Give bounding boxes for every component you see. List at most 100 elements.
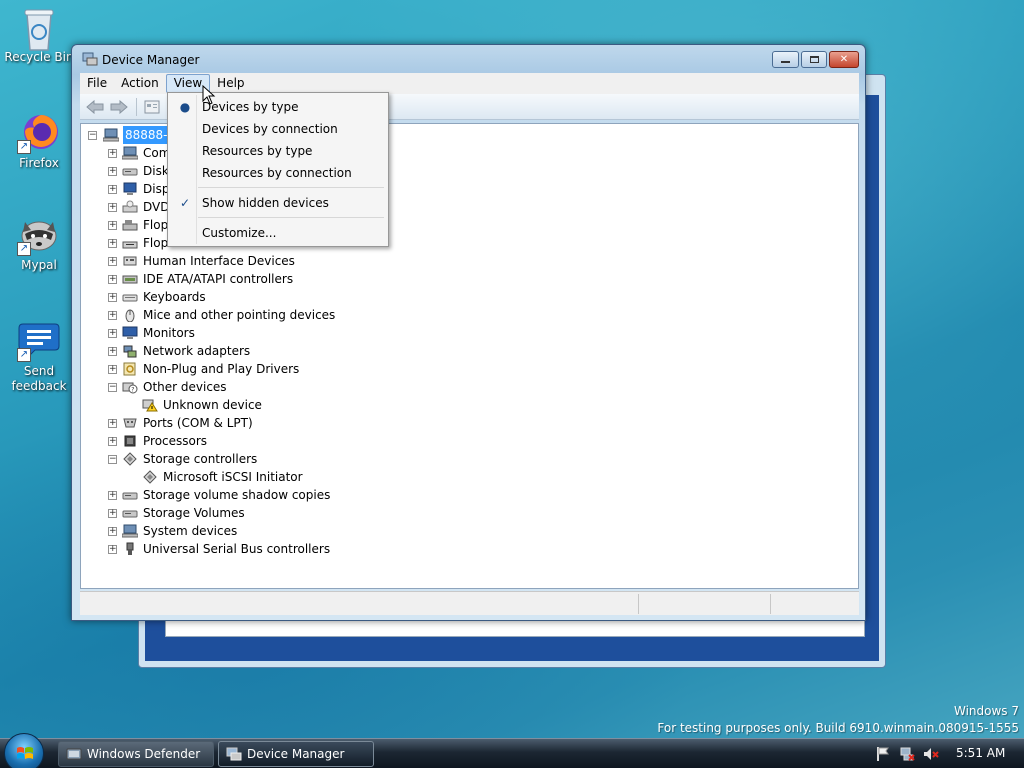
windows-flag-icon [17, 747, 33, 759]
desktop-icon-label: Firefox [19, 156, 59, 170]
menu-item-customize[interactable]: Customize... [170, 222, 386, 244]
maximize-button[interactable] [801, 51, 827, 68]
usb-icon [126, 542, 134, 555]
system-device-icon [122, 524, 138, 538]
expand-icon[interactable]: + [108, 167, 117, 176]
tree-item-label: Storage Volumes [143, 506, 245, 520]
recycle-bin-icon [17, 4, 61, 51]
expand-icon[interactable]: + [108, 545, 117, 554]
menu-file[interactable]: File [80, 74, 114, 93]
start-button[interactable] [4, 733, 44, 768]
tree-item-label: Processors [143, 434, 208, 448]
menu-item-resources-by-connection[interactable]: Resources by connection [170, 162, 386, 184]
forward-button[interactable] [108, 97, 130, 117]
storage-volume-icon [122, 510, 138, 518]
menu-item-resources-by-type[interactable]: Resources by type [170, 140, 386, 162]
tree-item-label: Monitors [143, 326, 195, 340]
collapse-icon[interactable]: − [108, 455, 117, 464]
expand-icon[interactable]: + [108, 437, 117, 446]
tree-item-label: Human Interface Devices [143, 254, 295, 268]
mypal-raccoon-icon: ↗ [17, 212, 61, 256]
collapse-icon[interactable]: − [88, 131, 97, 140]
back-arrow-icon [86, 99, 104, 114]
device-manager-icon [82, 52, 98, 66]
processor-icon [124, 435, 136, 447]
menu-help[interactable]: Help [210, 74, 251, 93]
desktop-icon-label: Recycle Bin [4, 50, 74, 64]
non-pnp-driver-icon [123, 362, 136, 376]
expand-icon[interactable]: + [108, 329, 117, 338]
expand-icon[interactable]: + [108, 509, 117, 518]
expand-icon[interactable]: + [108, 419, 117, 428]
back-button[interactable] [84, 97, 106, 117]
expand-icon[interactable]: + [108, 491, 117, 500]
menu-action[interactable]: Action [114, 74, 166, 93]
feedback-speech-bubble-icon: ↗ [17, 318, 61, 362]
expand-icon[interactable]: + [108, 347, 117, 356]
network-disconnected-icon[interactable] [899, 746, 915, 762]
expand-icon[interactable]: + [108, 527, 117, 536]
expand-icon[interactable]: + [108, 257, 117, 266]
desktop-icon-mypal[interactable]: ↗ Mypal [0, 212, 78, 273]
tree-item-label: Ports (COM & LPT) [143, 416, 253, 430]
expand-icon[interactable]: + [108, 275, 117, 284]
tree-item-label: Universal Serial Bus controllers [143, 542, 331, 556]
expand-icon[interactable]: + [108, 149, 117, 158]
hid-icon [123, 256, 137, 266]
properties-button[interactable] [141, 97, 163, 117]
other-devices-icon: ? [122, 382, 138, 394]
taskbar-clock[interactable]: 5:51 AM [956, 746, 1005, 760]
shortcut-arrow-icon: ↗ [17, 140, 31, 154]
expand-icon[interactable]: + [108, 203, 117, 212]
taskbar-button-windows-defender[interactable]: Windows Defender [58, 741, 214, 767]
tree-item-label: Disk [143, 164, 169, 178]
windows-defender-icon [66, 748, 82, 760]
tree-item-label: Flop [143, 218, 169, 232]
mouse-icon [125, 309, 135, 322]
storage-controller-icon [123, 452, 137, 466]
minimize-icon [781, 61, 790, 63]
expand-icon[interactable]: + [108, 239, 117, 248]
firefox-icon: ↗ [17, 110, 61, 154]
desktop-icon-send-feedback[interactable]: ↗ Send feedback [0, 318, 78, 394]
floppy-drive-icon [122, 241, 138, 249]
taskbar-button-device-manager[interactable]: Device Manager [218, 741, 374, 767]
desktop-icon-firefox[interactable]: ↗ Firefox [0, 110, 78, 171]
expand-icon[interactable]: + [108, 293, 117, 302]
svg-text:?: ? [131, 387, 134, 394]
radio-bullet-icon: ● [179, 100, 191, 114]
shadow-copy-icon [122, 492, 138, 500]
minimize-button[interactable] [772, 51, 799, 68]
desktop-icon-recycle-bin[interactable]: Recycle Bin [0, 4, 78, 65]
expand-icon[interactable]: + [108, 185, 117, 194]
expand-icon[interactable]: + [108, 221, 117, 230]
shortcut-arrow-icon: ↗ [17, 242, 31, 256]
tree-item-label: System devices [143, 524, 238, 538]
menu-bar: File Action View Help [80, 73, 859, 94]
title-bar[interactable]: Device Manager ✕ [72, 45, 865, 73]
tree-item-label: Storage volume shadow copies [143, 488, 331, 502]
network-adapter-icon [123, 345, 137, 358]
system-tray: 5:51 AM [855, 739, 1024, 768]
tree-item-label: Storage controllers [143, 452, 258, 466]
ide-controller-icon [122, 275, 138, 284]
menu-item-devices-by-connection[interactable]: Devices by connection [170, 118, 386, 140]
port-icon [123, 418, 137, 428]
display-adapter-icon [123, 182, 137, 195]
tree-item-label: IDE ATA/ATAPI controllers [143, 272, 294, 286]
desktop-icon-label: Send feedback [11, 364, 67, 393]
tree-item-label: Other devices [143, 380, 227, 394]
expand-icon[interactable]: + [108, 311, 117, 320]
collapse-icon[interactable]: − [108, 383, 117, 392]
tray-flag-icon[interactable] [875, 746, 891, 762]
close-button[interactable]: ✕ [829, 51, 859, 68]
volume-muted-icon[interactable] [923, 746, 939, 762]
menu-item-show-hidden-devices[interactable]: ✓ Show hidden devices [170, 192, 386, 214]
keyboard-icon [122, 294, 138, 302]
computer-icon [103, 128, 119, 142]
floppy-controller-icon [122, 220, 138, 231]
disk-drive-icon [122, 168, 138, 176]
tree-item-label: Non-Plug and Play Drivers [143, 362, 300, 376]
dvd-drive-icon [122, 200, 138, 213]
expand-icon[interactable]: + [108, 365, 117, 374]
